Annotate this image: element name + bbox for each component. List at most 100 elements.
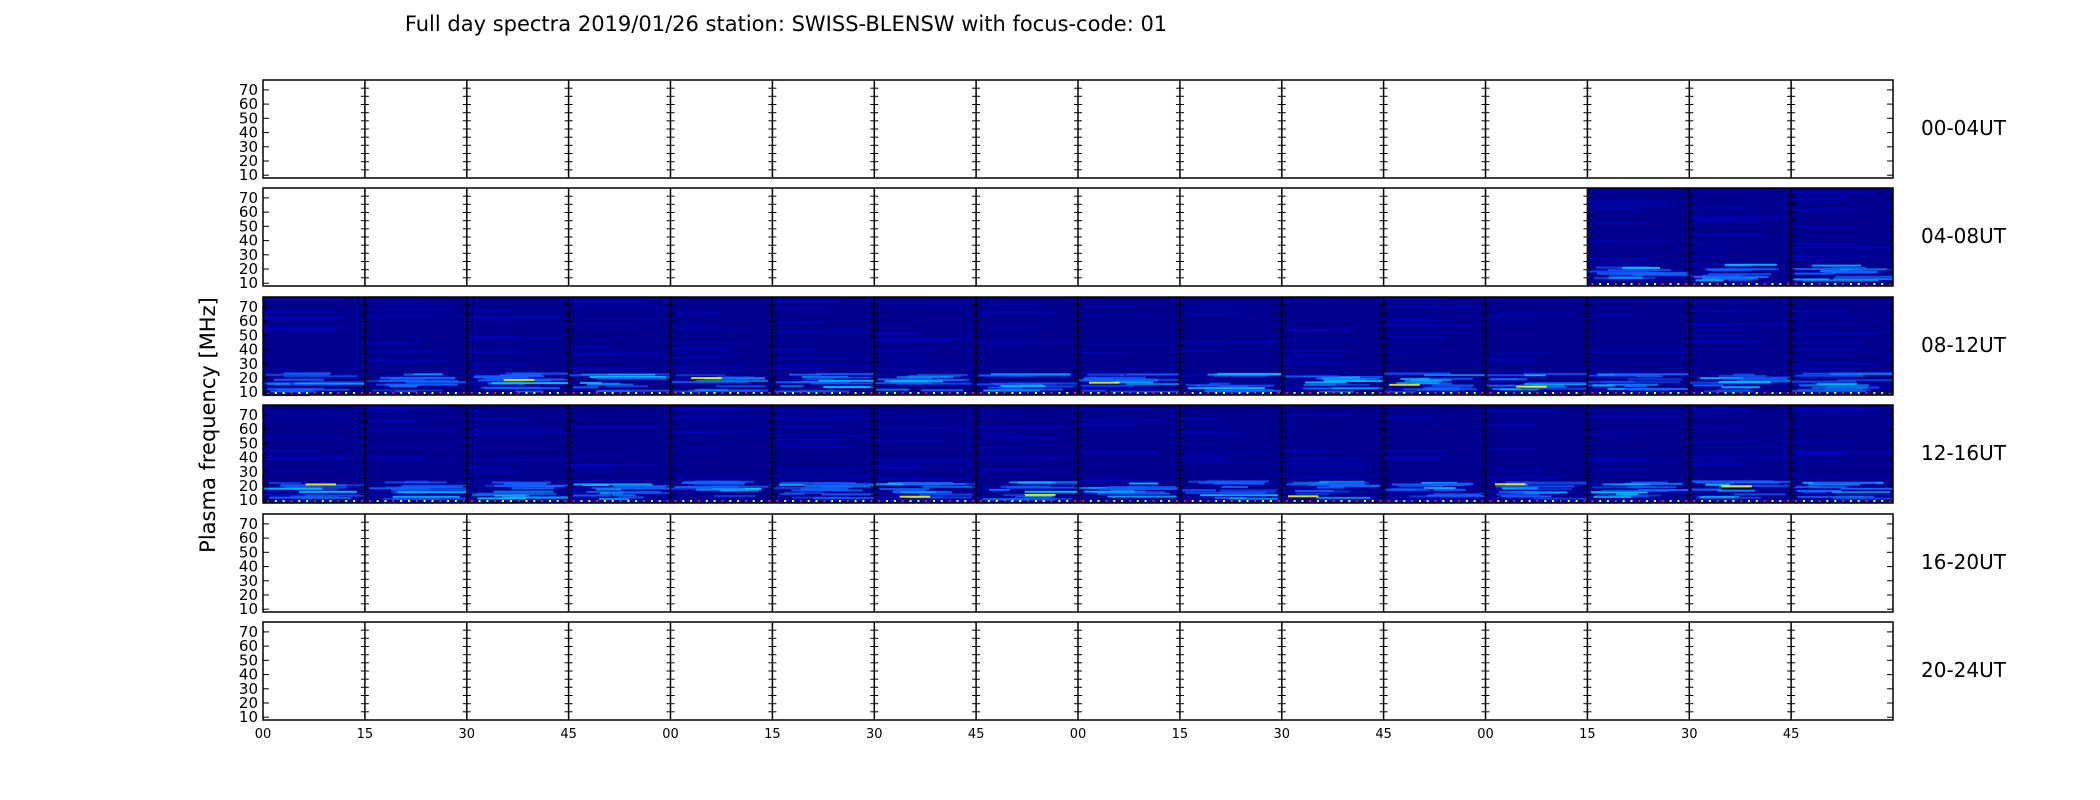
spectrogram-dot [509,392,512,394]
spectrogram-dot [282,392,285,394]
spectrogram-dot [1638,500,1641,502]
spectrogram-emission [798,389,835,392]
spectrogram-emission [1229,497,1279,500]
spectrogram-dot [1309,500,1312,502]
spectrogram-dot [1207,392,1210,394]
spectrogram-dot [737,500,740,502]
spectrogram-emission [310,381,365,384]
spectrogram-dot [658,392,661,394]
spectrogram-dot [1544,392,1547,394]
spectrogram-panel [1383,297,1486,395]
spectrogram-emission [903,483,967,485]
spectrogram-band [263,458,356,460]
spectrogram-dot [1607,500,1609,502]
spectrogram-band [1078,480,1165,482]
spectrogram-band [1281,462,1362,464]
spectrogram-dot [839,500,841,502]
spectrogram-emission [1608,276,1643,279]
spectrogram-dot [980,392,983,394]
spectrogram-band [1179,341,1232,343]
spectrogram-band [466,316,559,318]
spectrogram-emission [1707,273,1771,276]
spectrogram-dot [627,500,630,502]
spectrogram-band [1791,317,1859,319]
spectrogram-emission [1536,387,1588,390]
spectrogram-dot [1332,500,1335,502]
spectrogram-dot [917,392,920,394]
spectrogram-dot [1246,500,1249,502]
spectrogram-dot [1559,500,1562,502]
spectrogram-dot [423,392,426,394]
spectrogram-dot [839,392,841,394]
spectrogram-emission [1728,279,1751,282]
spectrogram-dot [439,392,442,394]
spectrogram-dot [1849,283,1852,285]
spectrogram-band [772,307,829,309]
spectrogram-band [976,446,1028,449]
spectrogram-emission [1636,375,1663,378]
spectrogram-emission [1217,372,1282,375]
spectrogram-band [364,429,458,432]
spectrogram-dot [1669,283,1672,285]
spectrogram-emission [1831,491,1891,494]
spectrogram-band [1281,458,1368,460]
spectrogram-band [1078,408,1154,410]
spectrogram-emission [1527,382,1588,385]
spectrogram-dot [282,500,285,502]
spectrogram-dot [784,500,787,502]
spectrogram-dot [1207,500,1210,502]
spectrogram-emission [1383,372,1451,375]
spectrogram-dot [1113,500,1116,502]
spectrogram-band [874,459,974,462]
spectrogram-dot [274,500,277,502]
spectrogram-dot [1442,500,1445,502]
spectrogram-dot [1246,392,1249,394]
spectrogram-dot [721,500,724,502]
spectrogram-band [1689,255,1731,258]
spectrogram-band [263,493,309,496]
spectrogram-dot [933,392,935,394]
spectrogram-emission [670,487,745,490]
spectrogram-dot [1191,392,1194,394]
spectrogram-band [1587,221,1647,224]
spectrogram-band [1383,418,1445,421]
spectrogram-dot [1865,283,1868,285]
spectrogram-emission [1597,272,1653,275]
spectrogram-band [364,359,435,361]
spectrogram-dot [980,500,983,502]
spectrogram-dot [1755,392,1758,394]
spectrogram-band [772,443,842,445]
spectrogram-emission [1799,384,1869,387]
spectrogram-band [772,469,862,471]
spectrogram-dot [360,500,363,502]
spectrogram-band [1791,246,1890,249]
spectrogram-dot [752,392,755,394]
spectrogram-band [1689,408,1749,410]
spectrogram-band [1689,234,1770,236]
spectrogram-dot [635,392,638,394]
spectrogram-dot [682,392,685,394]
spectrogram-dot [1034,500,1037,502]
spectrogram-dot [588,392,591,394]
spectrogram-emission [1495,485,1575,488]
spectrogram-dot [1387,392,1390,394]
spectrogram-dot [854,392,857,394]
spectrogram-dot [901,392,904,394]
spectrogram-emission [569,374,590,377]
spectrogram-dot [1771,392,1774,394]
spectrogram-emission [1303,375,1340,378]
spectrogram-emission [1701,496,1735,499]
spectrogram-band [1179,418,1223,420]
spectrogram-emission [1833,497,1893,500]
spectrogram-dot [306,392,309,394]
spectrogram-dot [1168,392,1171,394]
spectrogram-dot [1066,392,1069,394]
spectrogram-emission [720,489,759,492]
spectrogram-dot [1748,500,1750,502]
spectrogram-band [874,333,920,336]
spectrogram-emission [1811,264,1862,267]
spectrogram-panel [568,405,671,504]
spectrogram-panel [874,405,977,503]
spectrogram-band [1791,348,1860,351]
spectrogram-band [1485,470,1541,472]
